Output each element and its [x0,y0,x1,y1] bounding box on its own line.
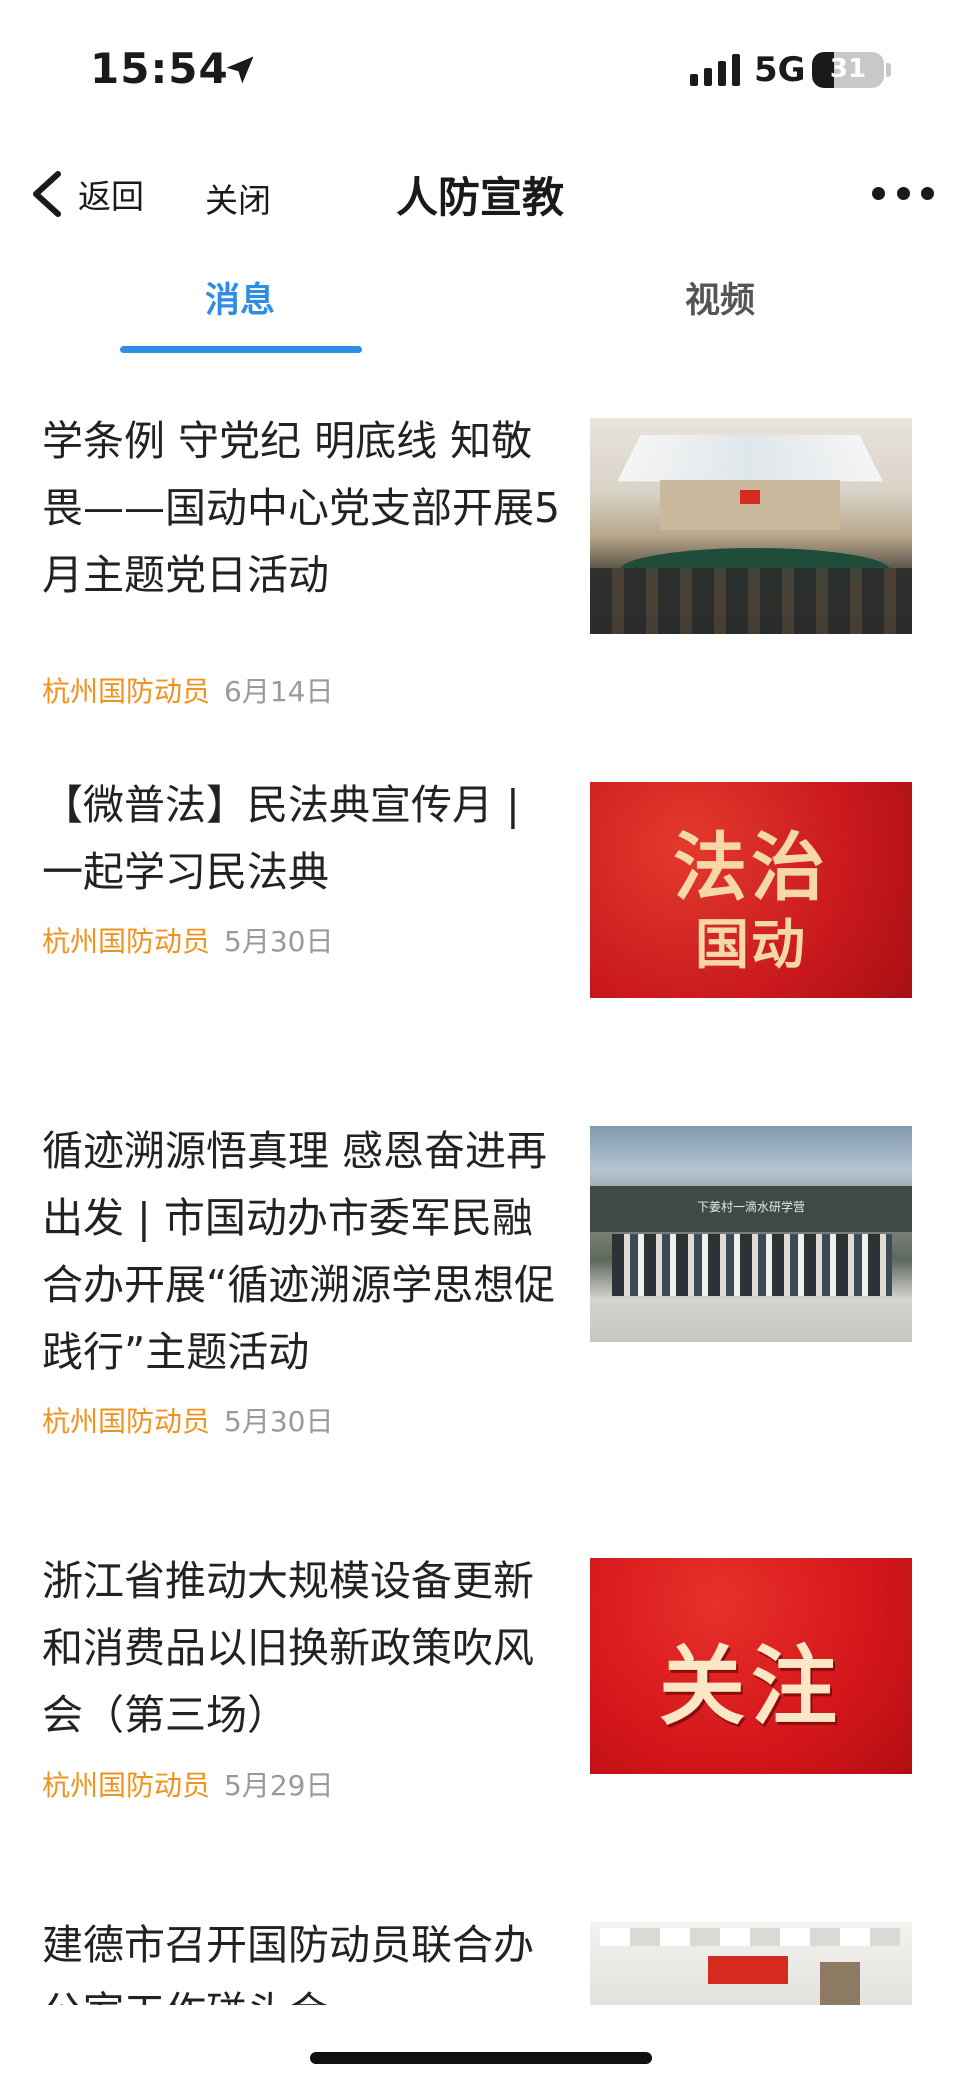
article-thumbnail [590,1922,912,2005]
thumb-door [820,1962,860,2005]
active-tab-indicator [120,346,362,353]
list-item[interactable]: 浙江省推动大规模设备更新和消费品以旧换新政策吹风会（第三场） 杭州国防动员 5月2… [0,1548,960,1802]
article-date: 5月30日 [224,1405,334,1438]
article-title: 循迹溯源悟真理 感恩奋进再出发 | 市国动办市委军民融合办开展“循迹溯源学思想促… [42,1127,556,1376]
article-source: 杭州国防动员 [42,1769,211,1802]
battery-percent: 31 [829,54,867,84]
battery-tip [886,63,891,77]
status-time: 15:54 [90,44,229,93]
more-dot-icon [872,186,885,200]
article-title: 浙江省推动大规模设备更新和消费品以旧换新政策吹风会（第三场） [42,1557,534,1739]
tab-videos[interactable]: 视频 [600,272,840,323]
article-thumbnail [590,418,912,634]
network-type: 5G [754,50,806,90]
article-thumbnail: 关注 [590,1558,912,1774]
location-arrow-icon [226,56,254,84]
home-indicator[interactable] [310,2052,652,2064]
thumb-people [612,1234,892,1296]
list-item[interactable]: 学条例 守党纪 明底线 知敬畏——国动中心党支部开展5月主题党日活动 杭州国防动… [0,408,960,708]
thumb-text: 国动 [695,912,807,976]
thumb-people [590,568,912,634]
article-meta: 杭州国防动员 5月30日 [42,920,333,960]
battery-icon: 31 [812,52,884,88]
thumb-lights [600,1928,900,1946]
thumb-flag [740,490,760,504]
nav-bar: 返回 关闭 人防宣教 [0,140,960,250]
cellular-signal-icon [690,54,740,86]
list-item[interactable]: 建德市召开国防动员联合办公室工作碰头会 [0,1912,960,2005]
list-item[interactable]: 循迹溯源悟真理 感恩奋进再出发 | 市国动办市委军民融合办开展“循迹溯源学思想促… [0,1118,960,1458]
article-meta: 杭州国防动员 6月14日 [42,670,333,710]
tab-bar: 消息 视频 [0,250,960,360]
article-date: 5月29日 [224,1769,334,1802]
article-title: 建德市召开国防动员联合办公室工作碰头会 [42,1921,534,2005]
article-source: 杭州国防动员 [42,925,211,958]
article-title: 【微普法】民法典宣传月 | 一起学习民法典 [42,781,520,896]
article-meta: 杭州国防动员 5月30日 [42,1400,333,1440]
article-meta: 杭州国防动员 5月29日 [42,1764,333,1804]
more-options-button[interactable] [872,178,934,208]
thumb-text: 关注 [659,1637,843,1737]
article-date: 6月14日 [224,675,334,708]
article-thumbnail: 法治 国动 [590,782,912,998]
thumb-sign: 下姜村一滴水研学营 [696,1200,805,1214]
more-dot-icon [896,186,910,200]
article-title: 学条例 守党纪 明底线 知敬畏——国动中心党支部开展5月主题党日活动 [42,417,561,599]
status-bar: 15:54 5G 31 [0,0,960,140]
tab-messages[interactable]: 消息 [120,272,360,323]
thumb-banner [708,1956,788,1984]
more-dot-icon [921,186,934,200]
thumb-wall [660,480,840,530]
article-source: 杭州国防动员 [42,675,211,708]
list-item[interactable]: 【微普法】民法典宣传月 | 一起学习民法典 杭州国防动员 5月30日 法治 国动 [0,772,960,1012]
thumb-text: 法治 [673,825,829,911]
article-date: 5月30日 [224,925,334,958]
article-feed: 学条例 守党纪 明底线 知敬畏——国动中心党支部开展5月主题党日活动 杭州国防动… [0,360,960,2005]
thumb-ceiling [617,435,883,482]
article-source: 杭州国防动员 [42,1405,211,1438]
page-title: 人防宣教 [395,173,564,222]
article-thumbnail: 下姜村一滴水研学营 [590,1126,912,1342]
